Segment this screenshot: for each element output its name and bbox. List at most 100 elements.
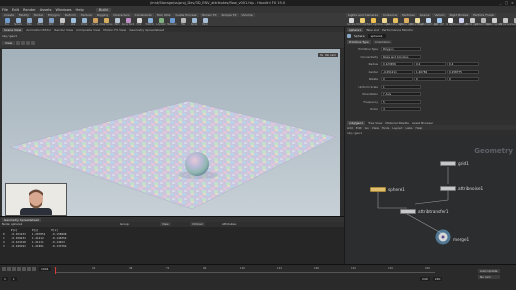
param-field-radius[interactable]: 0.123456	[381, 62, 413, 67]
param-node-name[interactable]: sphere1	[367, 33, 386, 38]
shelf-tab-model[interactable]: Model	[31, 13, 45, 17]
desktop-selector[interactable]: Build	[95, 7, 111, 12]
shelf-tab-collisions[interactable]: Collisions	[380, 13, 400, 17]
shelf-tool-stereo-camera[interactable]: Stereo Camera	[486, 18, 502, 26]
shelf-tool-spray-paint[interactable]: Spray Paint	[122, 18, 134, 26]
shelf-tab-particles[interactable]: Particles	[400, 13, 417, 17]
shelf-tab-particle-fluids[interactable]: Particle Fluids	[471, 13, 496, 17]
tab-performance-monitor[interactable]: Performance Monitor	[382, 28, 413, 32]
playhead[interactable]	[55, 267, 56, 274]
shelf-tab-lights-and-cameras[interactable]: Lights and Cameras	[346, 13, 380, 17]
attribtransfer1-node-box[interactable]	[400, 208, 416, 214]
param-field-radius[interactable]: 0.2	[447, 62, 479, 67]
rotate-tool-icon[interactable]	[26, 41, 31, 45]
shelf-tool-spot-light[interactable]: Spot Light	[367, 18, 379, 26]
menu-file[interactable]: File	[2, 8, 8, 12]
shelf-tab-rigid-bodies[interactable]: Rigid Bodies	[447, 13, 471, 17]
range-start-field[interactable]: 1	[2, 277, 8, 281]
jump-start-icon[interactable]	[2, 267, 6, 271]
shelf-tool-caustic-light[interactable]: Caustic Light	[454, 18, 468, 26]
spreadsheet-view-menu[interactable]: View	[160, 222, 171, 226]
shelf-tool-sphere[interactable]: Sphere	[13, 18, 23, 26]
param-tab-primitive[interactable]: Primitive Type	[347, 40, 371, 44]
shelf-tab-polygon[interactable]: Polygon	[45, 13, 62, 17]
shelf-tool-line[interactable]: Line	[68, 18, 78, 26]
timeline-ruler[interactable]: 124487296120144168192216240	[55, 267, 435, 273]
shelf-tool-tube[interactable]: Tube	[24, 18, 34, 26]
play-reverse-icon[interactable]	[12, 267, 16, 271]
tab-scene-view[interactable]: Scene View	[2, 27, 24, 32]
menu-help[interactable]: Help	[76, 8, 84, 12]
scale-tool-icon[interactable]	[31, 41, 36, 45]
param-field-rotate[interactable]: 0	[414, 77, 446, 82]
merge-node-icon[interactable]	[435, 229, 451, 245]
shelf-tool-vr-camera[interactable]: VR Camera	[499, 18, 511, 26]
param-field-center[interactable]: -0.451211	[381, 69, 413, 74]
shelf-tab-terrain-fx[interactable]: Terrain FX	[199, 13, 219, 17]
node-sphere1[interactable]: sphere1	[370, 186, 405, 192]
stop-icon[interactable]	[17, 267, 21, 271]
select-tool-icon[interactable]	[16, 41, 21, 45]
shelf-tool-metaball[interactable]: Metaball	[167, 18, 177, 26]
shelf-tab-grains[interactable]: Grains	[417, 13, 432, 17]
shelf-tool-point-light[interactable]: Point Light	[356, 18, 368, 26]
param-field-primitive-type[interactable]: Polygon	[381, 47, 421, 52]
shelf-tool-grid[interactable]: Grid	[46, 18, 56, 26]
shelf-tool-torus[interactable]: Torus	[35, 18, 45, 26]
shelf-tool-draw-curve[interactable]: Draw Curve	[100, 18, 112, 26]
param-field-orientation[interactable]: Y Axis	[381, 92, 421, 97]
shelf-tab-simple-fx[interactable]: Simple FX	[219, 13, 239, 17]
current-frame-field[interactable]: 1001	[39, 267, 51, 271]
param-field-order[interactable]: 4	[381, 107, 421, 112]
minimize-button[interactable]: _	[498, 1, 503, 5]
node-attribtransfer1[interactable]: attribtransfer1	[400, 208, 449, 214]
shelf-tab-create[interactable]: Create	[2, 13, 16, 17]
param-field-frequency[interactable]: 5	[381, 99, 421, 104]
shelf-tool-spiral[interactable]: Spiral	[189, 18, 199, 26]
shelf-tab-deform[interactable]: Deform	[62, 13, 78, 17]
maximize-button[interactable]: □	[504, 1, 509, 5]
shelf-tab-texture[interactable]: Texture	[78, 13, 94, 17]
jump-end-icon[interactable]	[32, 267, 36, 271]
grid1-node-box[interactable]	[440, 160, 456, 166]
param-field-connectivity[interactable]: Rows and Columns	[381, 54, 421, 59]
tab-take-list[interactable]: Take List	[366, 28, 379, 32]
shelf-tool-path[interactable]: Path	[112, 18, 122, 26]
shelf-tab-rigging[interactable]: Rigging	[94, 13, 111, 17]
shelf-tool-file[interactable]: File	[178, 18, 188, 26]
shelf-tool-platonic[interactable]: Platonic	[145, 18, 155, 26]
shelf-tool-environment-light[interactable]: Environment Light	[418, 18, 438, 26]
close-button[interactable]: ×	[510, 1, 515, 5]
menu-render[interactable]: Render	[23, 8, 36, 12]
move-tool-icon[interactable]	[21, 41, 26, 45]
node-attribnoise1[interactable]: attribnoise1	[440, 185, 483, 191]
shelf-tool-switcher[interactable]: Switcher	[511, 18, 516, 26]
view-menu[interactable]: No cam	[323, 53, 338, 57]
shelf-tool-circle[interactable]: Circle	[79, 18, 89, 26]
frame-end-field[interactable]: 240	[420, 277, 430, 281]
param-field-rotate[interactable]: 0	[447, 77, 479, 82]
shelf-tool-sky-light[interactable]: Sky Light	[434, 18, 444, 26]
shelf-tab-characters[interactable]: Characters	[111, 13, 132, 17]
shelf-tool-l-system[interactable]: L-System	[156, 18, 166, 26]
shelf-tool-null[interactable]: Null	[57, 18, 67, 26]
view-tab[interactable]: View	[2, 41, 16, 45]
shelf-tab-constraints[interactable]: Constraints	[132, 13, 154, 17]
shelf-tool-font[interactable]: Font	[134, 18, 144, 26]
tab-animation-editor[interactable]: Animation Editor	[26, 28, 51, 32]
frame-start-field[interactable]: 1	[10, 277, 17, 281]
tab-geometry-spreadsheet[interactable]: Geometry Spreadsheet	[129, 28, 164, 32]
tab-render-view[interactable]: Render View	[54, 28, 73, 32]
table-row[interactable]: 3 -0.449191 1.21891 -0.133762	[0, 244, 69, 248]
shelf-tool-box[interactable]: Box	[2, 18, 12, 26]
viewport-path[interactable]: obj / geo1	[2, 34, 17, 38]
step-back-icon[interactable]	[7, 267, 11, 271]
shelf-tool-camera[interactable]: Camera	[346, 18, 356, 26]
shelf-tab-vellum[interactable]: Vellum	[432, 13, 447, 17]
auto-update-menu[interactable]: Auto Update	[478, 269, 500, 273]
param-field-radius[interactable]: 0.2	[414, 62, 446, 67]
shelf-tab-volume[interactable]: Volume	[239, 13, 255, 17]
param-field-center[interactable]: 1.20784	[414, 69, 446, 74]
menu-assets[interactable]: Assets	[40, 8, 52, 12]
shelf-tool-curve[interactable]: Curve	[90, 18, 100, 26]
